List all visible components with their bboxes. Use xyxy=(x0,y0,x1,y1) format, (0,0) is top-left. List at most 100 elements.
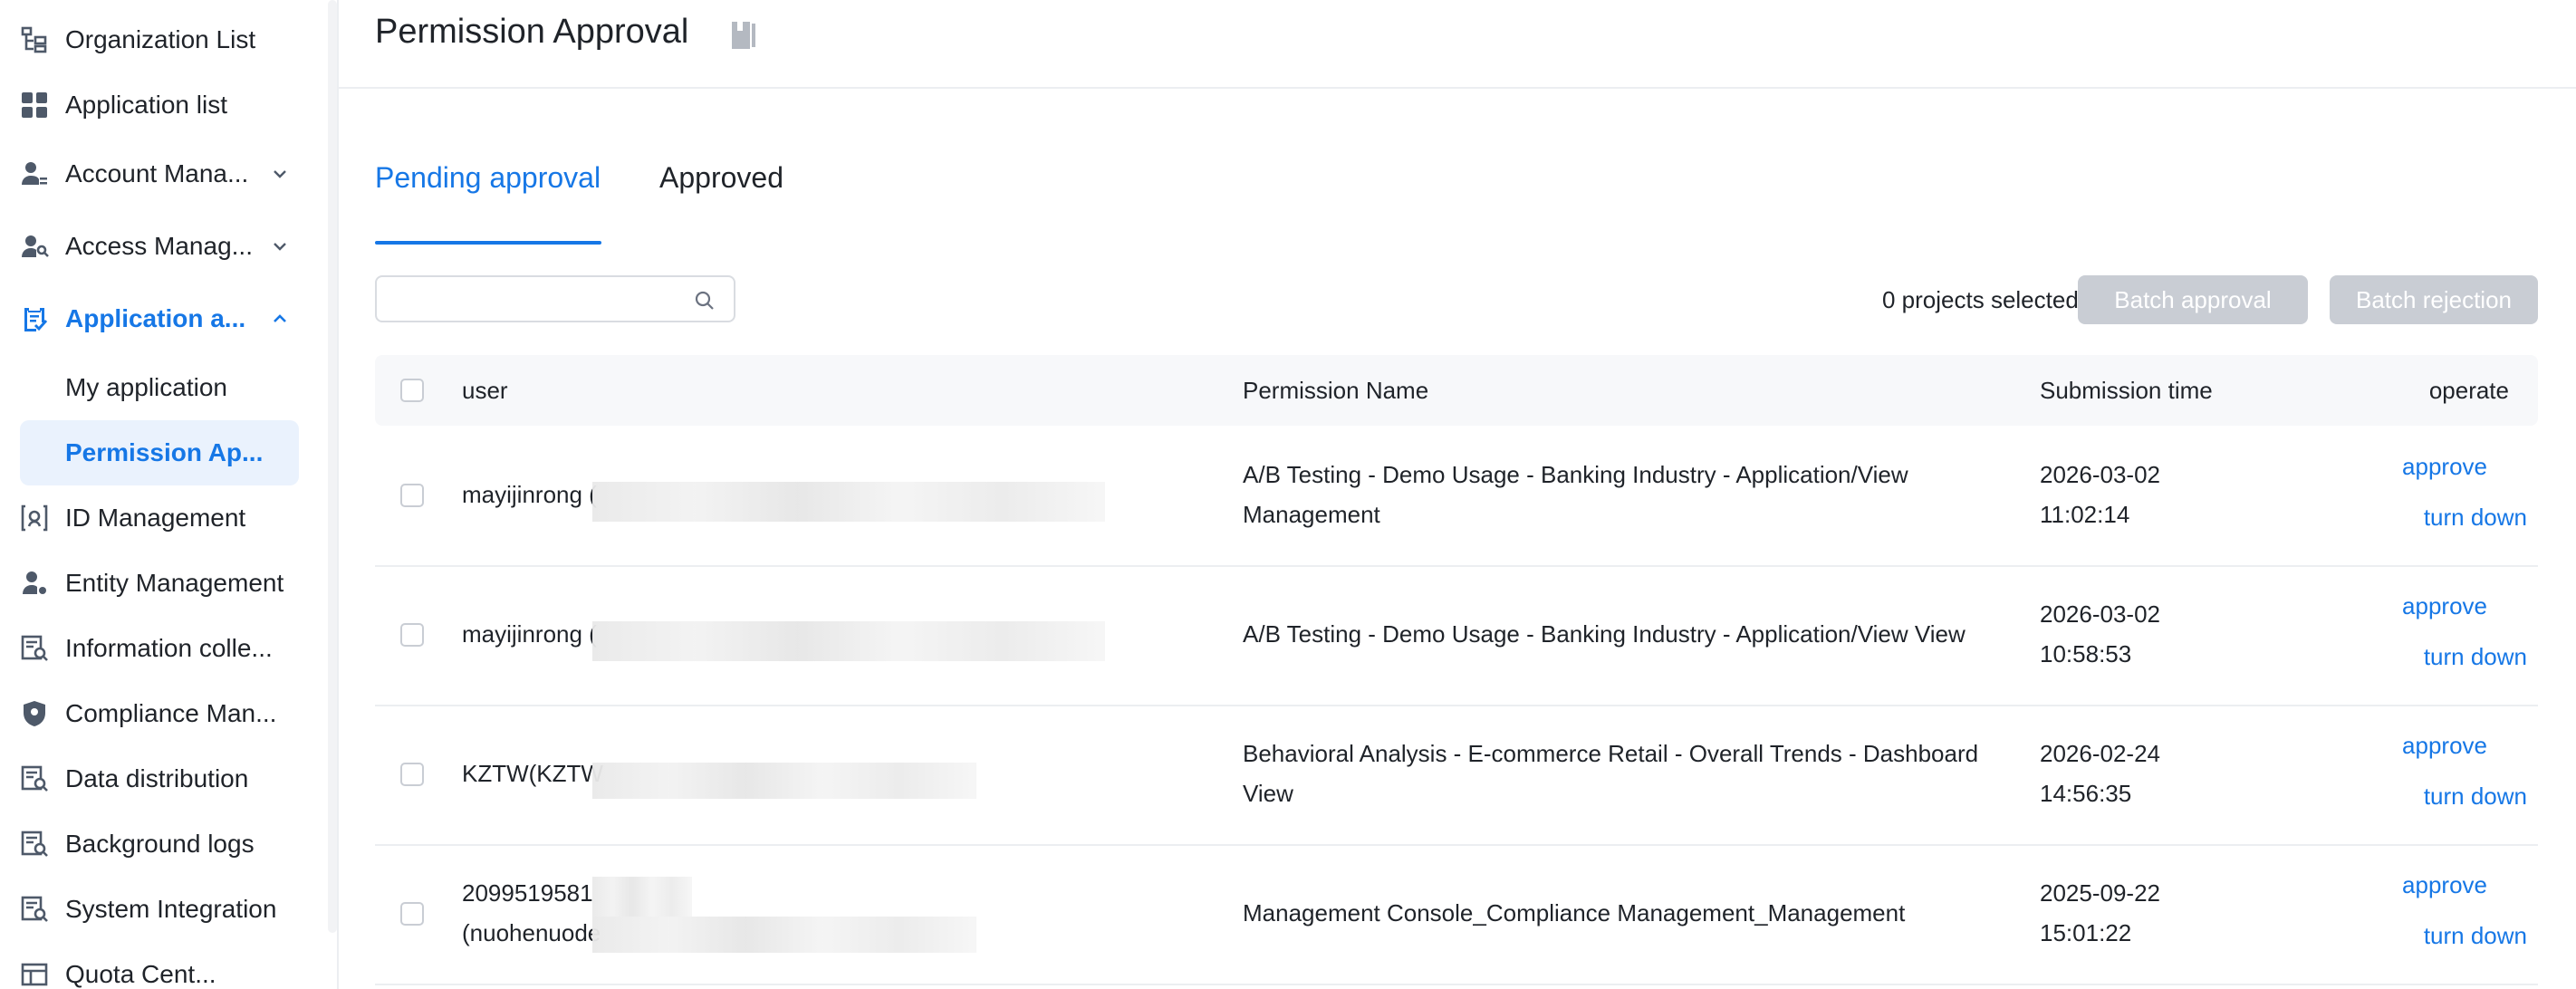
grid-icon xyxy=(22,92,47,118)
info-search-icon xyxy=(21,635,48,661)
search-input[interactable] xyxy=(389,283,683,317)
column-header-user: user xyxy=(462,377,508,404)
sidebar-subitem-label: My application xyxy=(65,373,227,401)
search-icon[interactable] xyxy=(694,290,716,312)
approve-link[interactable]: approve xyxy=(2402,453,2487,481)
permission-name: A/B Testing - Demo Usage - Banking Indus… xyxy=(1243,620,1966,648)
permission-name: Behavioral Analysis - E-commerce Retail … xyxy=(1243,740,1979,807)
sidebar-item-label: Entity Management xyxy=(65,569,284,597)
sidebar-item-entity-management[interactable]: Entity Management xyxy=(0,551,326,616)
sidebar: Organization List Application list Accou… xyxy=(0,0,339,989)
batch-approval-button[interactable]: Batch approval xyxy=(2078,275,2308,324)
submission-clock: 15:01:22 xyxy=(2040,919,2132,946)
sidebar-item-data-distribution[interactable]: Data distribution xyxy=(0,746,326,811)
id-icon xyxy=(21,504,48,532)
sidebar-item-label: Background logs xyxy=(65,830,255,858)
table-header: user Permission Name Submission time ope… xyxy=(375,355,2538,426)
submission-date: 2025-09-22 xyxy=(2040,879,2160,907)
sidebar-item-background-logs[interactable]: Background logs xyxy=(0,811,326,877)
user-name: mayijinrong ( xyxy=(462,620,597,648)
table-bottom-border xyxy=(375,984,2538,985)
submission-clock: 14:56:35 xyxy=(2040,780,2132,807)
sidebar-item-label: Quota Cent... xyxy=(65,960,216,988)
submission-clock: 10:58:53 xyxy=(2040,640,2132,667)
sidebar-subitem-my-application[interactable]: My application xyxy=(20,355,299,420)
table-row: KZTW(KZTW Behavioral Analysis - E-commer… xyxy=(375,705,2538,846)
redacted-mask xyxy=(592,482,1105,522)
chevron-down-icon xyxy=(274,170,286,178)
row-checkbox[interactable] xyxy=(400,763,424,786)
search-box xyxy=(375,275,735,322)
sidebar-scrollbar[interactable] xyxy=(328,0,337,933)
sidebar-subitem-permission-approval[interactable]: Permission Ap... xyxy=(20,420,299,485)
org-tree-icon xyxy=(21,26,47,53)
user-name: mayijinrong ( xyxy=(462,481,597,508)
column-header-operate: operate xyxy=(2428,377,2509,404)
submission-time: 2026-03-02 10:58:53 xyxy=(2040,594,2257,674)
submission-date: 2026-03-02 xyxy=(2040,600,2160,628)
sidebar-item-label: Access Manag... xyxy=(65,232,253,260)
redacted-mask xyxy=(592,763,976,799)
approve-link[interactable]: approve xyxy=(2402,592,2487,620)
sidebar-subitem-label: Permission Ap... xyxy=(65,438,264,466)
sidebar-item-id-management[interactable]: ID Management xyxy=(0,485,326,551)
sidebar-item-access-management[interactable]: Access Manag... xyxy=(0,214,326,279)
column-header-time: Submission time xyxy=(2040,377,2213,404)
sidebar-item-label: Account Mana... xyxy=(65,159,249,187)
sidebar-item-organization-list[interactable]: Organization List xyxy=(0,7,326,72)
permission-name: Management Console_Compliance Management… xyxy=(1243,899,1906,927)
redacted-mask xyxy=(592,917,976,953)
row-checkbox[interactable] xyxy=(400,484,424,507)
approve-link[interactable]: approve xyxy=(2402,732,2487,760)
sidebar-item-label: System Integration xyxy=(65,895,277,923)
user-name-line2: (nuohenuode xyxy=(462,919,601,946)
turn-down-link[interactable]: turn down xyxy=(2424,922,2527,950)
sidebar-item-account-management[interactable]: Account Mana... xyxy=(0,141,326,206)
chevron-up-icon xyxy=(274,314,286,322)
select-all-checkbox[interactable] xyxy=(400,379,424,402)
tab-approved[interactable]: Approved xyxy=(659,161,783,195)
user-name: 2099519581 (nuohenuode xyxy=(462,873,601,953)
selected-count: 0 projects selected xyxy=(1882,286,2079,313)
row-checkbox[interactable] xyxy=(400,623,424,647)
tab-pending-approval[interactable]: Pending approval xyxy=(375,161,601,195)
integration-icon xyxy=(21,896,48,922)
turn-down-link[interactable]: turn down xyxy=(2424,643,2527,671)
page-header: Permission Approval xyxy=(339,0,2576,89)
table-row: mayijinrong ( A/B Testing - Demo Usage -… xyxy=(375,426,2538,567)
data-search-icon xyxy=(21,765,48,792)
submission-date: 2026-02-24 xyxy=(2040,740,2160,767)
turn-down-link[interactable]: turn down xyxy=(2424,783,2527,811)
sidebar-item-system-integration[interactable]: System Integration xyxy=(0,877,326,942)
column-header-permission: Permission Name xyxy=(1243,377,1429,404)
sidebar-item-label: Information colle... xyxy=(65,634,273,662)
turn-down-link[interactable]: turn down xyxy=(2424,504,2527,532)
sidebar-item-label: Application a... xyxy=(65,304,246,332)
clipboard-check-icon xyxy=(24,308,48,331)
quota-icon xyxy=(21,963,48,986)
sidebar-item-application-list[interactable]: Application list xyxy=(0,72,326,138)
shield-icon xyxy=(24,701,45,726)
sidebar-item-application-approval[interactable]: Application a... xyxy=(0,286,326,351)
page-title: Permission Approval xyxy=(375,13,689,51)
user-name-line1: 2099519581 xyxy=(462,879,593,907)
entity-user-icon xyxy=(23,571,46,594)
document-icon[interactable] xyxy=(730,20,757,51)
active-tab-indicator xyxy=(375,241,601,245)
sidebar-item-information-collection[interactable]: Information colle... xyxy=(0,616,326,681)
sidebar-item-compliance-management[interactable]: Compliance Man... xyxy=(0,681,326,746)
sidebar-item-quota-center[interactable]: Quota Cent... xyxy=(0,942,326,989)
user-list-icon xyxy=(22,162,47,185)
sidebar-item-label: Data distribution xyxy=(65,764,249,792)
log-search-icon xyxy=(21,831,48,857)
redacted-mask xyxy=(592,877,692,917)
sidebar-nav: Organization List Application list Accou… xyxy=(0,0,326,989)
submission-time: 2026-02-24 14:56:35 xyxy=(2040,734,2257,813)
submission-date: 2026-03-02 xyxy=(2040,461,2160,488)
sidebar-item-label: ID Management xyxy=(65,504,246,532)
table-row: mayijinrong ( A/B Testing - Demo Usage -… xyxy=(375,565,2538,706)
row-checkbox[interactable] xyxy=(400,902,424,926)
table-row: 2099519581 (nuohenuode Management Consol… xyxy=(375,844,2538,984)
approve-link[interactable]: approve xyxy=(2402,871,2487,899)
batch-rejection-button[interactable]: Batch rejection xyxy=(2330,275,2538,324)
